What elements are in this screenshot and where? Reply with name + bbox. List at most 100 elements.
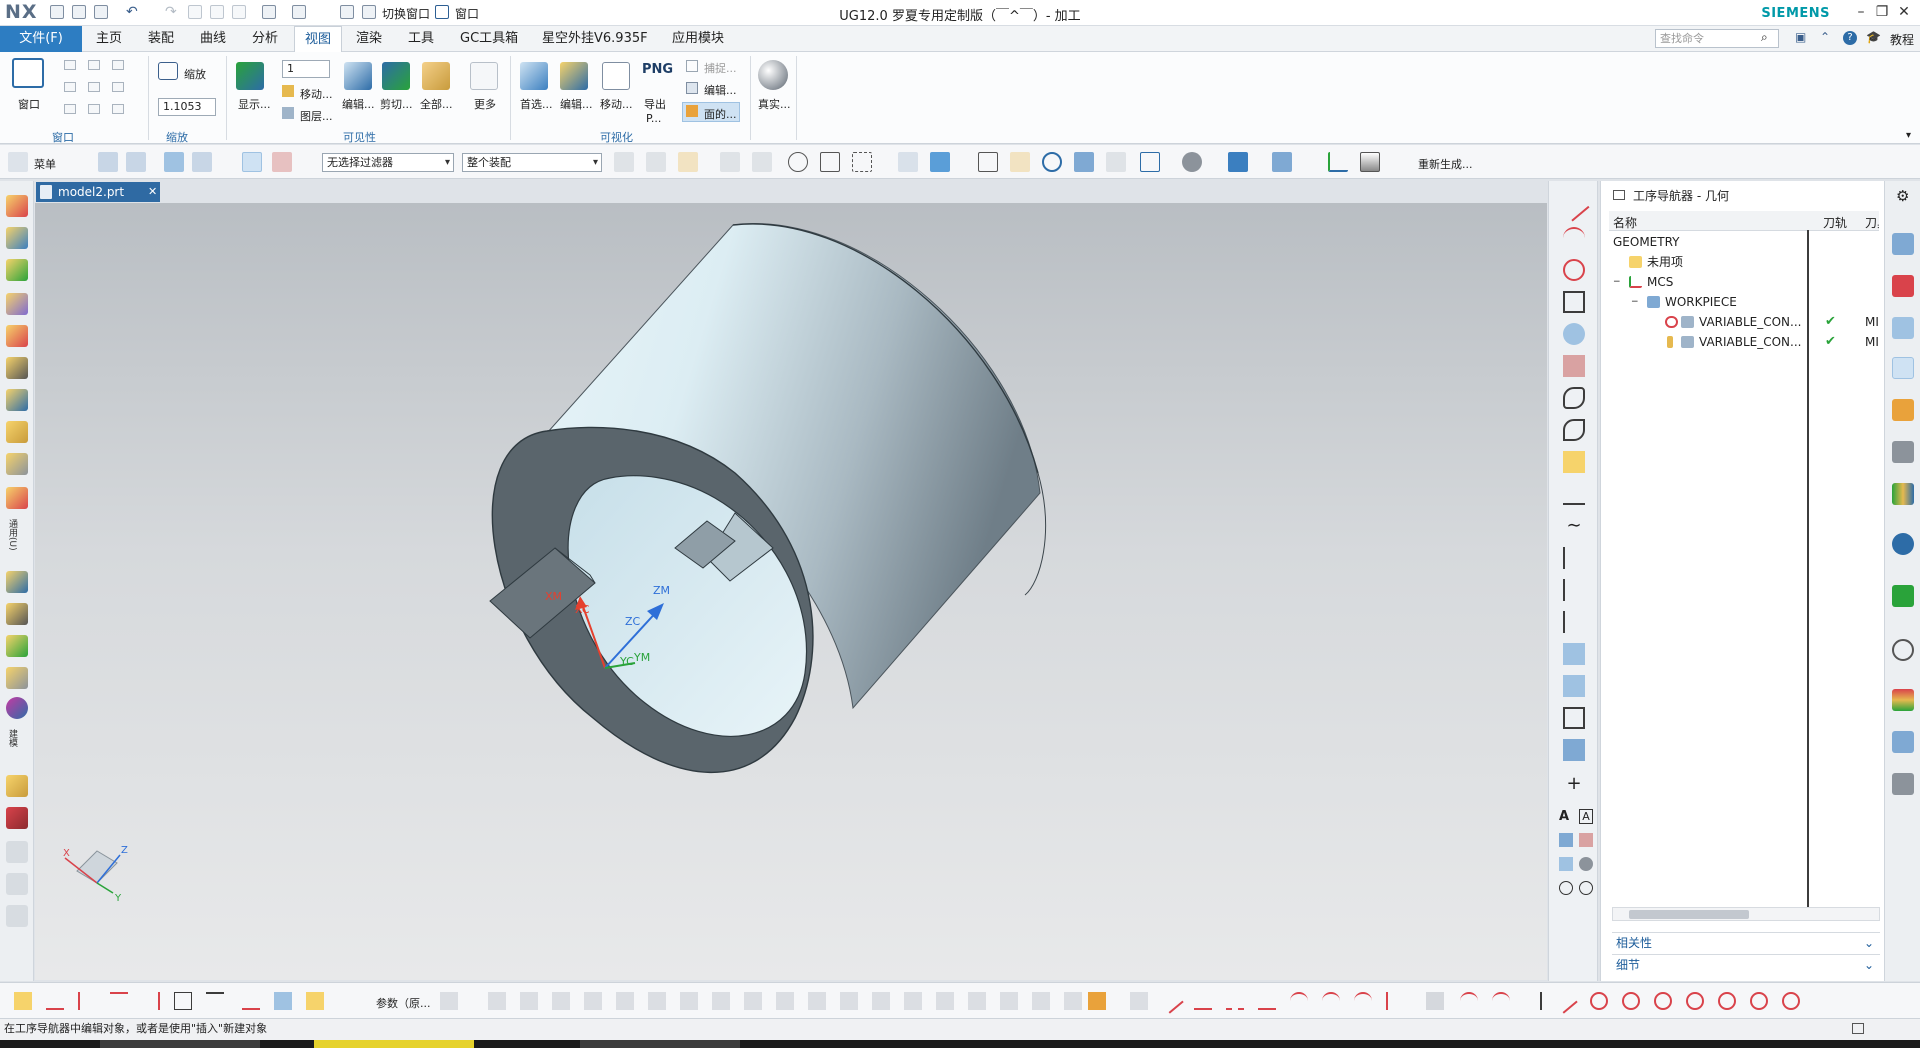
window-style-icon[interactable]: ▣	[1795, 30, 1806, 44]
png-icon[interactable]: PNG	[642, 62, 673, 77]
part-nav-icon[interactable]	[164, 152, 184, 172]
generate-toolpath-icon[interactable]	[6, 357, 28, 379]
text-icon[interactable]: A	[1559, 809, 1569, 824]
postprocess-icon[interactable]	[6, 453, 28, 475]
tab-plugin[interactable]: 星空外挂V6.935F	[532, 26, 658, 52]
dimension-icon[interactable]	[1559, 833, 1573, 847]
perspective-icon[interactable]	[1106, 152, 1126, 172]
layout-c-icon[interactable]	[112, 104, 124, 114]
csys-icon[interactable]	[1579, 857, 1593, 871]
dashed-line-icon[interactable]	[1226, 992, 1244, 1010]
datum-icon[interactable]	[1559, 857, 1573, 871]
disabled-tool-icon[interactable]	[1000, 992, 1018, 1010]
menu-button[interactable]: 菜单	[34, 156, 56, 172]
arc-three-point-icon[interactable]	[1322, 992, 1340, 1010]
section-curve-icon[interactable]	[1563, 611, 1585, 633]
process-studio-icon[interactable]	[1892, 731, 1914, 753]
length-icon[interactable]	[274, 992, 292, 1010]
disabled-tool-icon[interactable]	[584, 992, 602, 1010]
create-method-icon[interactable]	[6, 293, 28, 315]
snap-center-icon[interactable]	[788, 152, 808, 172]
disabled-tool-icon[interactable]	[712, 992, 730, 1010]
type-filter-select[interactable]: 无选择过滤器	[322, 153, 454, 172]
shaded-icon[interactable]	[930, 152, 950, 172]
create-program-icon[interactable]	[6, 195, 28, 217]
edit-tool-icon[interactable]	[14, 992, 32, 1010]
disabled-tool-icon[interactable]	[488, 992, 506, 1010]
circle-icon[interactable]	[1622, 992, 1640, 1010]
window-icon[interactable]	[12, 58, 44, 88]
disabled-tool-icon[interactable]	[680, 992, 698, 1010]
column-name[interactable]: 名称	[1613, 214, 1637, 231]
nav-row-workpiece[interactable]: − WORKPIECE	[1609, 292, 1879, 312]
replay-toolpath-icon[interactable]	[6, 389, 28, 411]
general-group-label[interactable]: 通用(U)	[6, 519, 19, 551]
snap-general-icon[interactable]	[614, 152, 634, 172]
extract-curve-icon[interactable]	[1563, 643, 1585, 665]
more-icon[interactable]	[470, 62, 498, 90]
navigator-scrollbar[interactable]	[1612, 907, 1880, 921]
face-analysis-label[interactable]: 面的...	[704, 106, 737, 122]
snap-point-icon[interactable]	[720, 152, 740, 172]
tool-path-edit-icon[interactable]	[6, 571, 28, 593]
taskbar-item[interactable]	[580, 1040, 740, 1048]
edit-object-display-icon[interactable]	[560, 62, 588, 90]
spline-icon[interactable]	[1563, 483, 1585, 505]
layout-a-icon[interactable]	[64, 104, 76, 114]
circle-icon[interactable]	[1750, 992, 1768, 1010]
taskbar-item[interactable]	[100, 1040, 260, 1048]
assembly-nav-icon[interactable]	[98, 152, 118, 172]
show-button-label[interactable]: 显示...	[238, 96, 271, 112]
corner-icon[interactable]	[142, 992, 160, 1010]
layout-b-icon[interactable]	[88, 104, 100, 114]
rotate-icon[interactable]	[1042, 152, 1062, 172]
list-toolpath-icon[interactable]	[6, 635, 28, 657]
edit-background-label[interactable]: 编辑...	[704, 82, 737, 98]
nav-row-geometry[interactable]: GEOMETRY	[1609, 232, 1879, 252]
move-face-icon[interactable]	[1088, 992, 1106, 1010]
create-tool-icon[interactable]	[6, 227, 28, 249]
export-png-label[interactable]: 导出	[644, 96, 666, 112]
constraint-nav-icon[interactable]	[126, 152, 146, 172]
minimize-icon[interactable]: –	[1850, 3, 1872, 21]
dependencies-panel[interactable]: 相关性 ⌄	[1612, 932, 1880, 952]
tab-render[interactable]: 渲染	[346, 26, 392, 52]
orient-view-icon[interactable]	[1228, 152, 1248, 172]
wave-curve-icon[interactable]: ∼	[1563, 515, 1585, 537]
disabled-tool-icon[interactable]	[440, 992, 458, 1010]
arc-tangent-icon[interactable]	[1354, 992, 1372, 1010]
window-button-label[interactable]: 窗口	[18, 96, 40, 112]
snap-cube-icon[interactable]	[820, 152, 840, 172]
polygon-icon[interactable]	[1563, 387, 1585, 409]
close-tab-icon[interactable]: ✕	[148, 182, 157, 202]
tab-tools[interactable]: 工具	[398, 26, 444, 52]
line-icon[interactable]	[1552, 988, 1578, 1014]
layer-settings-icon[interactable]	[282, 107, 294, 119]
tab-home[interactable]: 主页	[86, 26, 132, 52]
info-icon[interactable]	[1892, 533, 1914, 555]
ribbon-options-icon[interactable]: ▾	[1906, 130, 1911, 141]
capture-label[interactable]: 捕捉...	[704, 60, 737, 76]
sync-icon[interactable]	[6, 697, 28, 719]
disabled-tool-icon[interactable]	[808, 992, 826, 1010]
disabled-tool-icon[interactable]	[904, 992, 922, 1010]
zoom-scale-input[interactable]: 1.1053	[158, 98, 216, 116]
view-fit-icon[interactable]	[898, 152, 918, 172]
tangent-line-icon[interactable]	[1258, 992, 1276, 1010]
tab-view[interactable]: 视图	[294, 26, 343, 52]
disabled-tool-icon[interactable]	[1064, 992, 1082, 1010]
isoparametric-icon[interactable]	[1563, 739, 1585, 761]
fit-view-icon[interactable]	[1010, 152, 1030, 172]
document-tab[interactable]: model2.prt ✕	[36, 182, 160, 202]
column-tool[interactable]: 刀具	[1865, 214, 1879, 231]
circle-icon[interactable]	[1590, 992, 1608, 1010]
move-object-label[interactable]: 移动...	[600, 96, 633, 112]
ellipse-icon[interactable]	[1563, 419, 1585, 441]
bridge-curve-icon[interactable]	[1563, 675, 1585, 697]
trim-curve-icon[interactable]	[1563, 707, 1585, 729]
rectangle-icon[interactable]	[1563, 291, 1585, 313]
file-menu-button[interactable]: 文件(F)	[0, 26, 82, 52]
zoom-button-label[interactable]: 缩放	[184, 66, 206, 82]
preferences-icon[interactable]	[520, 62, 548, 90]
layout-grid-icon[interactable]	[112, 82, 124, 92]
